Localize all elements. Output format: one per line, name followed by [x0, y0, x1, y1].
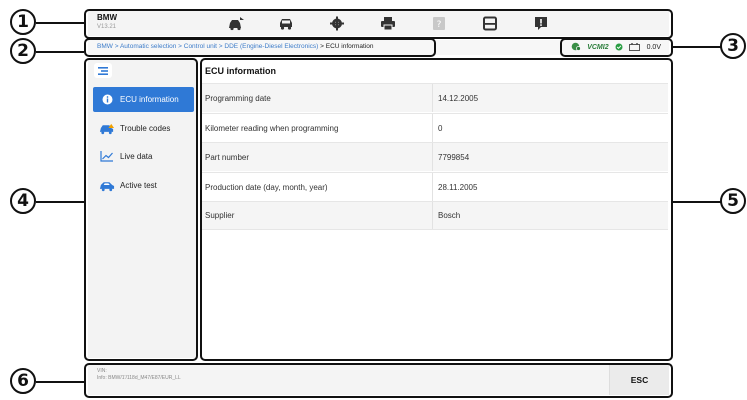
- voltage-readout: 0.0V: [646, 44, 661, 51]
- callout-marker: 3: [720, 33, 746, 59]
- table-row: Kilometer reading when programming 0: [202, 113, 668, 142]
- breadcrumb: BMW > Automatic selection > Control unit…: [97, 43, 373, 50]
- footer-bar: VIN: Info: BMW/1'/118d_M47/E87/EUR_LL ES…: [88, 365, 669, 395]
- car-test-icon: [99, 180, 115, 192]
- row-value: 14.12.2005: [438, 93, 479, 103]
- brand-name: BMW: [97, 13, 117, 22]
- ecu-info-panel: ECU information Programming date 14.12.2…: [202, 60, 668, 358]
- callout-marker: 2: [10, 38, 36, 64]
- vehicle-info-text: Info: BMW/1'/118d_M47/E87/EUR_LL: [97, 374, 181, 381]
- table-row: Part number 7799854: [202, 142, 668, 171]
- table-row: Production date (day, month, year) 28.11…: [202, 172, 668, 201]
- callout-marker: 5: [720, 188, 746, 214]
- menu-toggle-button[interactable]: [94, 63, 112, 78]
- row-label: Production date (day, month, year): [205, 182, 328, 192]
- info-icon: [99, 94, 115, 106]
- column-divider: [432, 84, 433, 112]
- version-label: V13.21: [97, 24, 117, 30]
- sidebar-item-trouble-codes[interactable]: Trouble codes: [93, 116, 194, 141]
- table-row: Supplier Bosch: [202, 201, 668, 230]
- row-label: Supplier: [205, 211, 235, 220]
- chart-line-icon: [99, 151, 115, 163]
- callout-leader: [673, 201, 721, 203]
- breadcrumb-separator: >: [318, 43, 326, 50]
- vehicle-info: VIN: Info: BMW/1'/118d_M47/E87/EUR_LL: [97, 368, 181, 382]
- row-value: 0: [438, 123, 443, 133]
- row-label: Programming date: [205, 93, 271, 103]
- sidebar-item-ecu-information[interactable]: ECU information: [93, 87, 194, 112]
- breadcrumb-current: ECU information: [325, 43, 374, 50]
- breadcrumb-item[interactable]: Automatic selection: [120, 43, 176, 50]
- battery-icon: [628, 42, 641, 53]
- row-label: Kilometer reading when programming: [205, 123, 339, 133]
- car-fault-icon: [99, 123, 115, 135]
- callout-marker: 6: [10, 368, 36, 394]
- row-value: Bosch: [438, 211, 461, 220]
- car-icon[interactable]: [278, 16, 294, 31]
- vci-check-icon: [615, 43, 623, 53]
- table-row: Programming date 14.12.2005: [202, 83, 668, 112]
- callout-leader: [36, 51, 84, 53]
- callout-leader: [36, 381, 84, 383]
- callout-leader: [36, 201, 84, 203]
- callout-marker: 1: [10, 9, 36, 35]
- column-divider: [432, 143, 433, 171]
- sidebar-item-label: Live data: [120, 152, 153, 161]
- connection-status: VCMI2 0.0V: [571, 42, 661, 53]
- home-vehicle-icon[interactable]: [227, 16, 244, 31]
- gear-icon[interactable]: [329, 16, 345, 31]
- row-label: Part number: [205, 152, 250, 162]
- printer-icon[interactable]: [380, 16, 396, 31]
- brand-block: BMW V13.21: [97, 13, 117, 31]
- sidebar-item-active-test[interactable]: Active test: [93, 173, 194, 198]
- column-divider: [432, 202, 433, 229]
- sidebar-item-label: ECU information: [120, 95, 179, 104]
- save-icon[interactable]: [482, 16, 498, 31]
- column-divider: [432, 114, 433, 142]
- vin-label: VIN:: [97, 368, 107, 374]
- sidebar-item-label: Active test: [120, 181, 157, 190]
- breadcrumb-separator: >: [176, 43, 184, 50]
- breadcrumb-separator: >: [112, 43, 120, 50]
- esc-button[interactable]: ESC: [609, 365, 669, 395]
- row-value: 28.11.2005: [438, 182, 478, 192]
- network-icon: [571, 42, 582, 53]
- breadcrumb-item[interactable]: Control unit: [184, 43, 217, 50]
- sidebar-item-live-data[interactable]: Live data: [93, 144, 194, 169]
- callout-leader: [673, 46, 721, 48]
- column-divider: [432, 173, 433, 201]
- top-toolbar: BMW V13.21 ?: [88, 11, 669, 36]
- breadcrumb-item[interactable]: BMW: [97, 43, 113, 50]
- row-value: 7799854: [438, 152, 470, 162]
- breadcrumb-item[interactable]: DDE (Engine-Diesel Electronics): [224, 43, 318, 50]
- function-sidebar: ECU information Trouble codes Live data …: [88, 60, 196, 358]
- callout-leader: [36, 22, 84, 24]
- feedback-icon[interactable]: [533, 16, 549, 31]
- vci-status: VCMI2: [587, 44, 609, 51]
- panel-title: ECU information: [205, 66, 276, 76]
- menu-icon: [98, 62, 108, 80]
- sidebar-item-label: Trouble codes: [120, 124, 171, 133]
- breadcrumb-bar: BMW > Automatic selection > Control unit…: [88, 40, 669, 55]
- callout-marker: 4: [10, 188, 36, 214]
- svg-text:?: ?: [437, 20, 442, 30]
- help-icon[interactable]: ?: [431, 16, 447, 31]
